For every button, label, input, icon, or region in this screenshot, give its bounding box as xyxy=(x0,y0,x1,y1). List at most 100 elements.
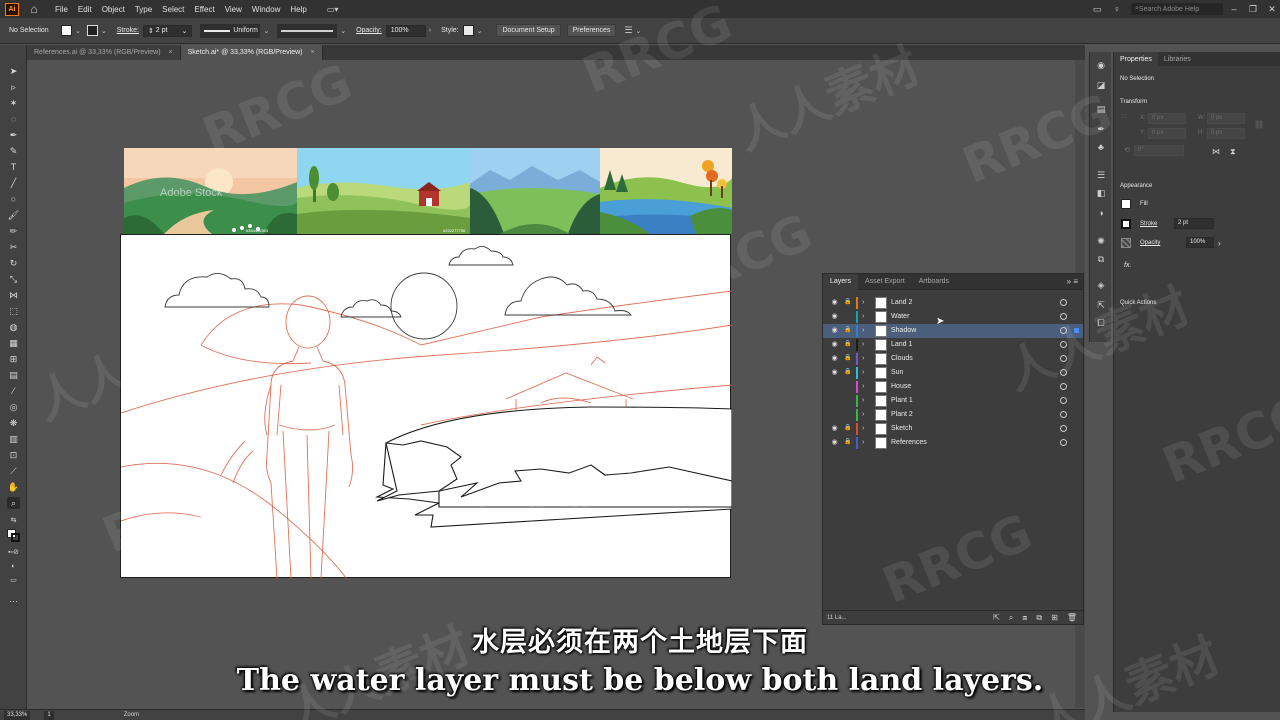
stroke-weight-field[interactable]: 2 pt xyxy=(1174,218,1214,229)
links-icon[interactable]: ⧉ xyxy=(1095,254,1107,265)
stroke-swatch[interactable] xyxy=(86,25,98,36)
gradient-panel-icon[interactable]: ◧ xyxy=(1095,188,1107,199)
tab-references[interactable]: References.ai @ 33,33% (RGB/Preview) × xyxy=(27,45,181,60)
tab-libraries[interactable]: Libraries xyxy=(1158,52,1197,66)
tab-artboards[interactable]: Artboards xyxy=(912,274,956,290)
artboards-panel-icon[interactable]: ⧠ xyxy=(1095,318,1107,329)
selection-indicator[interactable] xyxy=(1074,328,1079,333)
layer-name[interactable]: House xyxy=(891,380,911,394)
lock-icon[interactable] xyxy=(844,312,852,321)
visibility-eye-icon[interactable] xyxy=(830,410,839,419)
artboard[interactable] xyxy=(120,234,733,580)
close-icon[interactable]: ✕ xyxy=(1264,3,1280,15)
chevron-down-icon[interactable]: ⌄ xyxy=(75,27,81,35)
pen-tool-icon[interactable]: ✒ xyxy=(7,129,20,141)
x-field[interactable]: 0 px xyxy=(1148,113,1186,124)
scissors-tool-icon[interactable]: ✂ xyxy=(7,241,20,253)
layer-name[interactable]: Sketch xyxy=(891,422,912,436)
layer-name[interactable]: Water xyxy=(891,310,909,324)
layer-name[interactable]: Clouds xyxy=(891,352,913,366)
selection-tool-icon[interactable]: ➤ xyxy=(7,65,20,77)
pencil-tool-icon[interactable]: ✏ xyxy=(7,225,20,237)
graphic-style-swatch[interactable] xyxy=(462,25,474,36)
target-circle-icon[interactable] xyxy=(1060,327,1067,334)
chevron-right-icon[interactable]: › xyxy=(862,381,870,393)
target-circle-icon[interactable] xyxy=(1060,383,1067,390)
clipping-mask-icon[interactable]: ⧈ xyxy=(1022,613,1027,623)
menu-edit[interactable]: Edit xyxy=(78,5,92,14)
default-colors-icon[interactable]: ⇆ xyxy=(7,515,20,527)
opacity-field[interactable]: 100% xyxy=(1186,237,1214,248)
layer-row[interactable]: ◉ 🔒 › Sun xyxy=(823,366,1083,380)
panel-menu-icon[interactable]: » ≡ xyxy=(1067,277,1078,286)
tab-layers[interactable]: Layers xyxy=(823,273,859,290)
direct-selection-tool-icon[interactable]: ▹ xyxy=(7,81,20,93)
chevron-right-icon[interactable]: › xyxy=(862,353,870,365)
color-mode-icon[interactable]: ▪▫⊘ xyxy=(7,547,20,559)
layer-row[interactable]: ◉ 🔒 › Shadow xyxy=(823,324,1083,338)
layer-row[interactable]: › House xyxy=(823,380,1083,394)
perspective-grid-tool-icon[interactable]: ▦ xyxy=(7,337,20,349)
magic-wand-tool-icon[interactable]: ✶ xyxy=(7,97,20,109)
stroke-label[interactable]: Stroke xyxy=(1140,221,1157,227)
target-circle-icon[interactable] xyxy=(1060,425,1067,432)
layer-row[interactable]: ◉ 🔒 › Sketch xyxy=(823,422,1083,436)
layer-name[interactable]: Plant 2 xyxy=(891,408,913,422)
delete-icon[interactable]: 🗑 xyxy=(1067,613,1077,623)
hand-tool-icon[interactable]: ✋ xyxy=(7,481,20,493)
target-circle-icon[interactable] xyxy=(1060,341,1067,348)
line-tool-icon[interactable]: ╱ xyxy=(7,177,20,189)
visibility-eye-icon[interactable]: ◉ xyxy=(830,438,839,447)
mesh-tool-icon[interactable]: ⊞ xyxy=(7,353,20,365)
help-search-input[interactable]: ⌕ Search Adobe Help xyxy=(1131,3,1223,15)
layer-row[interactable]: ◉ 🔒 › Land 1 xyxy=(823,338,1083,352)
blend-tool-icon[interactable]: ◎ xyxy=(7,401,20,413)
layer-name[interactable]: References xyxy=(891,436,927,450)
lock-icon[interactable] xyxy=(844,382,852,391)
shape-builder-tool-icon[interactable]: ◍ xyxy=(7,321,20,333)
artboard-navigation-field[interactable]: 1 xyxy=(44,710,54,720)
chevron-right-icon[interactable]: › xyxy=(862,339,870,351)
lightbulb-icon[interactable]: ♀ xyxy=(1111,3,1123,15)
chevron-down-icon[interactable]: ⌄ xyxy=(635,27,641,35)
target-circle-icon[interactable] xyxy=(1060,313,1067,320)
locate-object-icon[interactable]: ⌕ xyxy=(1009,613,1013,623)
close-icon[interactable]: × xyxy=(169,49,173,56)
more-tools-icon[interactable]: ··· xyxy=(7,595,20,607)
width-tool-icon[interactable]: ⋈ xyxy=(7,289,20,301)
panel-toggle-icon[interactable]: ▭ xyxy=(1091,3,1103,15)
chevron-right-icon[interactable]: › xyxy=(862,409,870,421)
lock-icon[interactable]: 🔒 xyxy=(844,340,852,349)
document-setup-button[interactable]: Document Setup xyxy=(496,24,561,37)
menu-view[interactable]: View xyxy=(225,5,242,14)
new-sublayer-icon[interactable]: ⧉ xyxy=(1036,613,1042,623)
chevron-right-icon[interactable]: › xyxy=(862,437,870,449)
chevron-down-icon[interactable]: ⌄ xyxy=(101,27,107,35)
layers-panel-icon[interactable]: ◈ xyxy=(1095,280,1107,291)
curvature-tool-icon[interactable]: ✎ xyxy=(7,145,20,157)
chevron-right-icon[interactable]: › xyxy=(862,297,870,309)
appearance-icon[interactable]: ◉ xyxy=(1095,60,1107,71)
rotate-tool-icon[interactable]: ↻ xyxy=(7,257,20,269)
opacity-label[interactable]: Opacity xyxy=(1140,240,1160,246)
visibility-eye-icon[interactable] xyxy=(830,382,839,391)
visibility-eye-icon[interactable]: ◉ xyxy=(830,312,839,321)
menu-file[interactable]: File xyxy=(55,5,68,14)
chevron-right-icon[interactable]: › xyxy=(862,311,870,323)
close-icon[interactable]: × xyxy=(311,49,315,56)
y-field[interactable]: 0 px xyxy=(1148,128,1186,139)
image-trace-icon[interactable]: ◪ xyxy=(1095,80,1107,91)
minimize-icon[interactable]: – xyxy=(1226,3,1242,15)
lock-icon[interactable]: 🔒 xyxy=(844,298,852,307)
slice-tool-icon[interactable]: ⟋ xyxy=(7,465,20,477)
symbol-sprayer-tool-icon[interactable]: ❋ xyxy=(7,417,20,429)
menu-object[interactable]: Object xyxy=(102,5,125,14)
free-transform-tool-icon[interactable]: ⬚ xyxy=(7,305,20,317)
w-field[interactable]: 0 px xyxy=(1207,113,1245,124)
zoom-tool-icon[interactable]: ⌕ xyxy=(7,497,20,509)
align-panel-icon[interactable]: ☰ xyxy=(1095,170,1107,181)
lock-icon[interactable] xyxy=(844,410,852,419)
layer-name[interactable]: Plant 1 xyxy=(891,394,913,408)
align-icon[interactable]: ☰ xyxy=(624,25,632,36)
lock-icon[interactable]: 🔒 xyxy=(844,326,852,335)
